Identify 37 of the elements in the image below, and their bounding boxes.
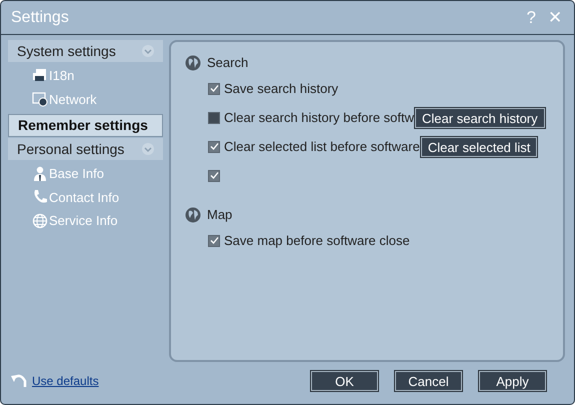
section-title: Map	[207, 206, 232, 224]
globe-icon	[32, 212, 48, 229]
window-title: Settings	[11, 8, 70, 28]
group-label: System settings	[17, 42, 117, 61]
item-label: I18n	[49, 67, 74, 85]
checkbox[interactable]	[208, 112, 220, 124]
option-label: Save map before software close	[224, 232, 410, 250]
dialog-button[interactable]: OK	[311, 371, 378, 391]
item-label: Service Info	[49, 212, 118, 230]
use-defaults-link[interactable]: Use defaults	[32, 372, 311, 390]
checkbox[interactable]	[208, 170, 220, 182]
option-label: Clear selected list before software	[224, 138, 420, 156]
sidebar-group[interactable]: Personal settings	[8, 138, 163, 160]
globe-icon	[185, 207, 201, 223]
printer-icon	[32, 68, 48, 84]
option-label: Clear search history before softw	[224, 108, 414, 127]
clear-button[interactable]: Clear selected list	[420, 136, 538, 156]
checkbox[interactable]	[208, 234, 220, 246]
item-label: Contact Info	[49, 188, 120, 206]
person-icon	[32, 166, 48, 182]
window-globe-icon	[32, 91, 48, 108]
undo-icon	[10, 373, 28, 389]
group-label: Personal settings	[17, 140, 126, 159]
dialog-button[interactable]: Cancel	[395, 371, 462, 391]
item-label: Network	[49, 90, 97, 108]
item-label: Base Info	[49, 165, 104, 183]
sidebar-group[interactable]: System settings	[8, 40, 163, 62]
group-label: Remember settings	[18, 116, 149, 135]
section-title: Search	[207, 54, 248, 72]
dialog-button[interactable]: Apply	[479, 371, 546, 391]
checkbox[interactable]	[208, 82, 220, 94]
option-label: Save search history	[224, 80, 338, 98]
clear-button[interactable]: Clear search history	[415, 108, 545, 128]
sidebar-group[interactable]: Remember settings	[8, 114, 163, 137]
checkbox[interactable]	[208, 140, 220, 152]
phone-icon	[32, 189, 48, 206]
globe-icon	[185, 55, 201, 71]
